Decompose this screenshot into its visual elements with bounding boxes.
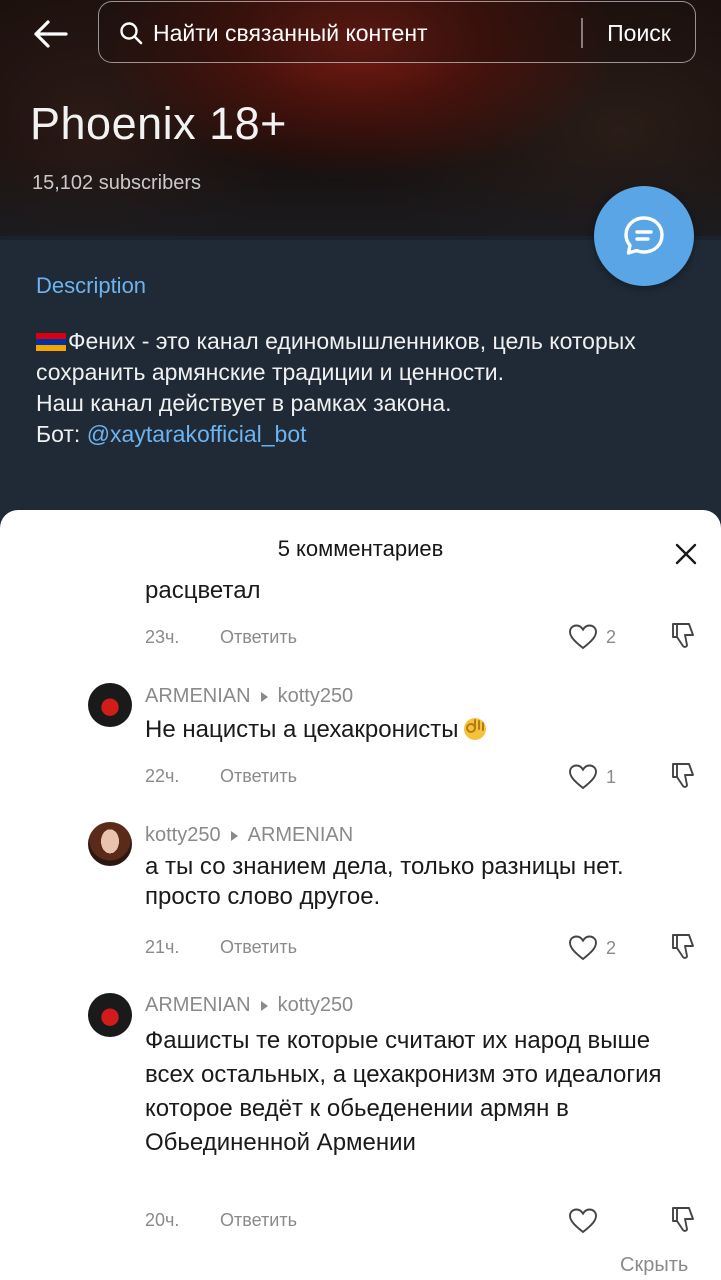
thumbs-down-outline-icon[interactable]: [668, 760, 698, 790]
reply-to-user[interactable]: ARMENIAN: [248, 824, 354, 847]
close-icon: [675, 543, 697, 565]
comment-meta: 22ч. Ответить: [145, 766, 297, 787]
search-icon: [120, 22, 143, 45]
comment-time: 21ч.: [145, 937, 180, 957]
comment-meta: 23ч. Ответить: [145, 627, 297, 648]
reply-arrow-icon: [260, 1000, 268, 1011]
search-button[interactable]: Поиск: [585, 14, 693, 52]
comment-author-line: ARMENIAN kotty250: [145, 994, 353, 1017]
comment-author[interactable]: ARMENIAN: [145, 685, 251, 708]
chat-bubble-icon: [624, 216, 664, 255]
thumbs-down-outline-icon[interactable]: [668, 931, 698, 961]
comment-text: Не нацисты а цехакронисты: [145, 714, 700, 745]
reply-arrow-icon: [230, 830, 238, 841]
comment-text: Фашисты те которые считают их народ выше…: [145, 1027, 662, 1156]
arrow-left-icon: [34, 20, 68, 48]
avatar[interactable]: [88, 683, 132, 727]
reply-button[interactable]: Ответить: [220, 766, 297, 786]
comment-author-line: kotty250 ARMENIAN: [145, 824, 353, 847]
like-button[interactable]: [568, 1206, 606, 1236]
description-heading: Description: [36, 273, 147, 298]
description-line: Фених - это канал единомышленников, цель…: [36, 328, 636, 385]
avatar[interactable]: [88, 822, 132, 866]
comment-time: 23ч.: [145, 627, 180, 647]
reply-to-user[interactable]: kotty250: [278, 994, 354, 1017]
armenia-flag-icon: [36, 333, 66, 351]
comment-author-line: ARMENIAN kotty250: [145, 685, 353, 708]
comments-count-title: 5 комментариев: [277, 536, 444, 561]
comment-time: 20ч.: [145, 1210, 180, 1230]
search-input[interactable]: [153, 14, 573, 52]
channel-title: Phoenix 18+: [30, 98, 287, 149]
reply-to-user[interactable]: kotty250: [278, 685, 354, 708]
like-count: 2: [606, 626, 617, 647]
heart-outline-icon: [569, 764, 597, 790]
description-line: Наш канал действует в рамках закона.: [36, 390, 452, 416]
comment-author[interactable]: kotty250: [145, 824, 221, 847]
heart-outline-icon: [569, 935, 597, 961]
reply-button[interactable]: Ответить: [220, 627, 297, 647]
hide-replies-button[interactable]: Скрыть: [620, 1254, 688, 1277]
channel-page: Поиск Phoenix 18+ 15,102 subscribers Des…: [0, 0, 721, 530]
like-count: 2: [606, 937, 617, 958]
heart-outline-icon: [569, 1208, 597, 1234]
comment-author[interactable]: ARMENIAN: [145, 994, 251, 1017]
reply-arrow-icon: [260, 691, 268, 702]
subscriber-count: 15,102 subscribers: [32, 172, 201, 194]
ok-hand-emoji-icon: [463, 718, 486, 740]
back-button[interactable]: [28, 12, 72, 56]
close-button[interactable]: [664, 532, 708, 576]
comment-meta: 21ч. Ответить: [145, 937, 297, 958]
heart-outline-icon: [569, 624, 597, 650]
bot-label: Бот:: [36, 421, 87, 447]
chat-button[interactable]: [594, 186, 694, 286]
thumbs-down-outline-icon[interactable]: [668, 620, 698, 650]
avatar[interactable]: [88, 993, 132, 1037]
thumbs-down-outline-icon[interactable]: [668, 1204, 698, 1234]
comment-meta: 20ч. Ответить: [145, 1210, 297, 1231]
reply-button[interactable]: Ответить: [220, 1210, 297, 1230]
channel-description: Фених - это канал единомышленников, цель…: [36, 326, 696, 450]
like-button[interactable]: 2: [568, 933, 616, 963]
reply-button[interactable]: Ответить: [220, 937, 297, 957]
comment-time: 22ч.: [145, 766, 180, 786]
like-button[interactable]: 1: [568, 762, 616, 792]
bot-link[interactable]: @xaytarakofficial_bot: [87, 421, 307, 447]
comments-sheet: 5 комментариев расцветал 23ч. Ответить 2…: [0, 510, 721, 1280]
comment-text: а ты со знанием дела, только разницы нет…: [145, 853, 624, 910]
like-count: 1: [606, 766, 617, 787]
like-button[interactable]: 2: [568, 622, 616, 652]
comment-text: расцветал: [145, 577, 261, 604]
search-bar: Поиск: [98, 1, 696, 63]
